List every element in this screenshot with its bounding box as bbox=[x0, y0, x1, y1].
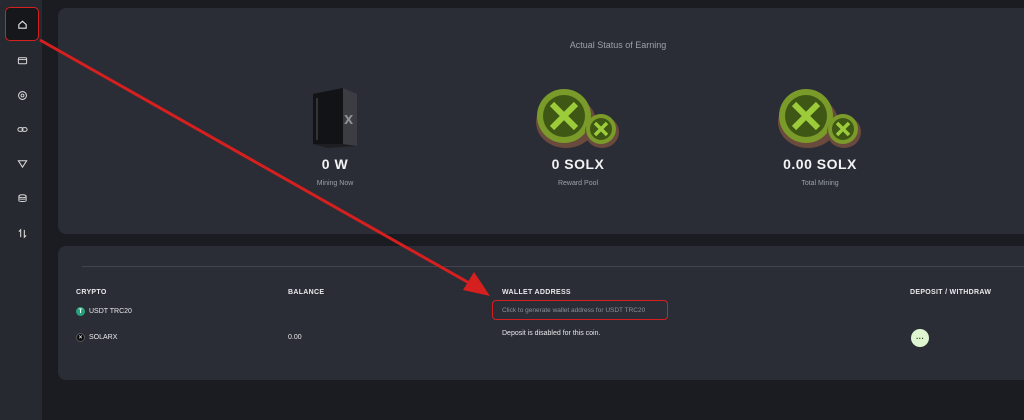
crypto-name: SOLARX bbox=[89, 334, 118, 341]
stat-total-mining: 0.00 SOLX Total Mining bbox=[750, 78, 890, 187]
sidebar-item-cards[interactable] bbox=[9, 47, 35, 73]
balance-value: 0.00 bbox=[288, 334, 302, 341]
solx-coins-icon bbox=[508, 78, 648, 150]
header-balance: BALANCE bbox=[288, 289, 325, 296]
earning-status-title: Actual Status of Earning bbox=[569, 40, 667, 50]
tether-icon: T bbox=[76, 307, 85, 316]
svg-text:X: X bbox=[344, 113, 354, 127]
sidebar-item-filter[interactable] bbox=[9, 150, 35, 176]
link-icon bbox=[16, 126, 28, 132]
more-options-button[interactable]: ··· bbox=[911, 329, 929, 347]
divider bbox=[82, 266, 1024, 267]
miner-box-icon: X bbox=[265, 78, 405, 150]
home-icon bbox=[17, 20, 27, 29]
table-row-usdt: T USDT TRC20 bbox=[76, 307, 132, 316]
stat-label: Reward Pool bbox=[557, 180, 599, 187]
header-wallet-address: WALLET ADDRESS bbox=[502, 289, 571, 296]
stat-label: Mining Now bbox=[316, 180, 354, 187]
sidebar-item-coins[interactable] bbox=[9, 82, 35, 108]
stat-value: 0 SOLX bbox=[551, 156, 605, 172]
card-icon bbox=[17, 56, 27, 64]
sidebar-item-swap[interactable] bbox=[9, 220, 35, 246]
database-icon bbox=[17, 193, 27, 202]
deposit-disabled-note: Deposit is disabled for this coin. bbox=[502, 330, 601, 337]
stat-mining-now: X 0 W Mining Now bbox=[265, 78, 405, 187]
stat-value: 0 W bbox=[321, 156, 349, 172]
header-deposit-withdraw: DEPOSIT / WITHDRAW bbox=[910, 289, 992, 296]
stat-value: 0.00 SOLX bbox=[783, 156, 857, 172]
generate-wallet-address-button[interactable]: Click to generate wallet address for USD… bbox=[492, 300, 668, 320]
sidebar-item-home[interactable] bbox=[5, 7, 39, 41]
header-crypto: CRYPTO bbox=[76, 289, 107, 296]
table-row-solarx: × SOLARX bbox=[76, 333, 117, 342]
earning-status-card: Actual Status of Earning X 0 W Mining No… bbox=[58, 8, 1024, 234]
triangle-down-icon bbox=[16, 159, 28, 168]
stat-reward-pool: 0 SOLX Reward Pool bbox=[508, 78, 648, 187]
wallets-card: CRYPTO BALANCE WALLET ADDRESS DEPOSIT / … bbox=[58, 246, 1024, 380]
sidebar-item-referral[interactable] bbox=[9, 116, 35, 142]
sidebar bbox=[0, 0, 42, 420]
sidebar-item-storage[interactable] bbox=[9, 185, 35, 211]
solx-coins-icon bbox=[750, 78, 890, 150]
stat-label: Total Mining bbox=[801, 180, 839, 187]
swap-icon bbox=[17, 228, 27, 238]
solarx-icon: × bbox=[76, 333, 85, 342]
crypto-name: USDT TRC20 bbox=[89, 308, 132, 315]
coin-icon bbox=[17, 90, 27, 100]
